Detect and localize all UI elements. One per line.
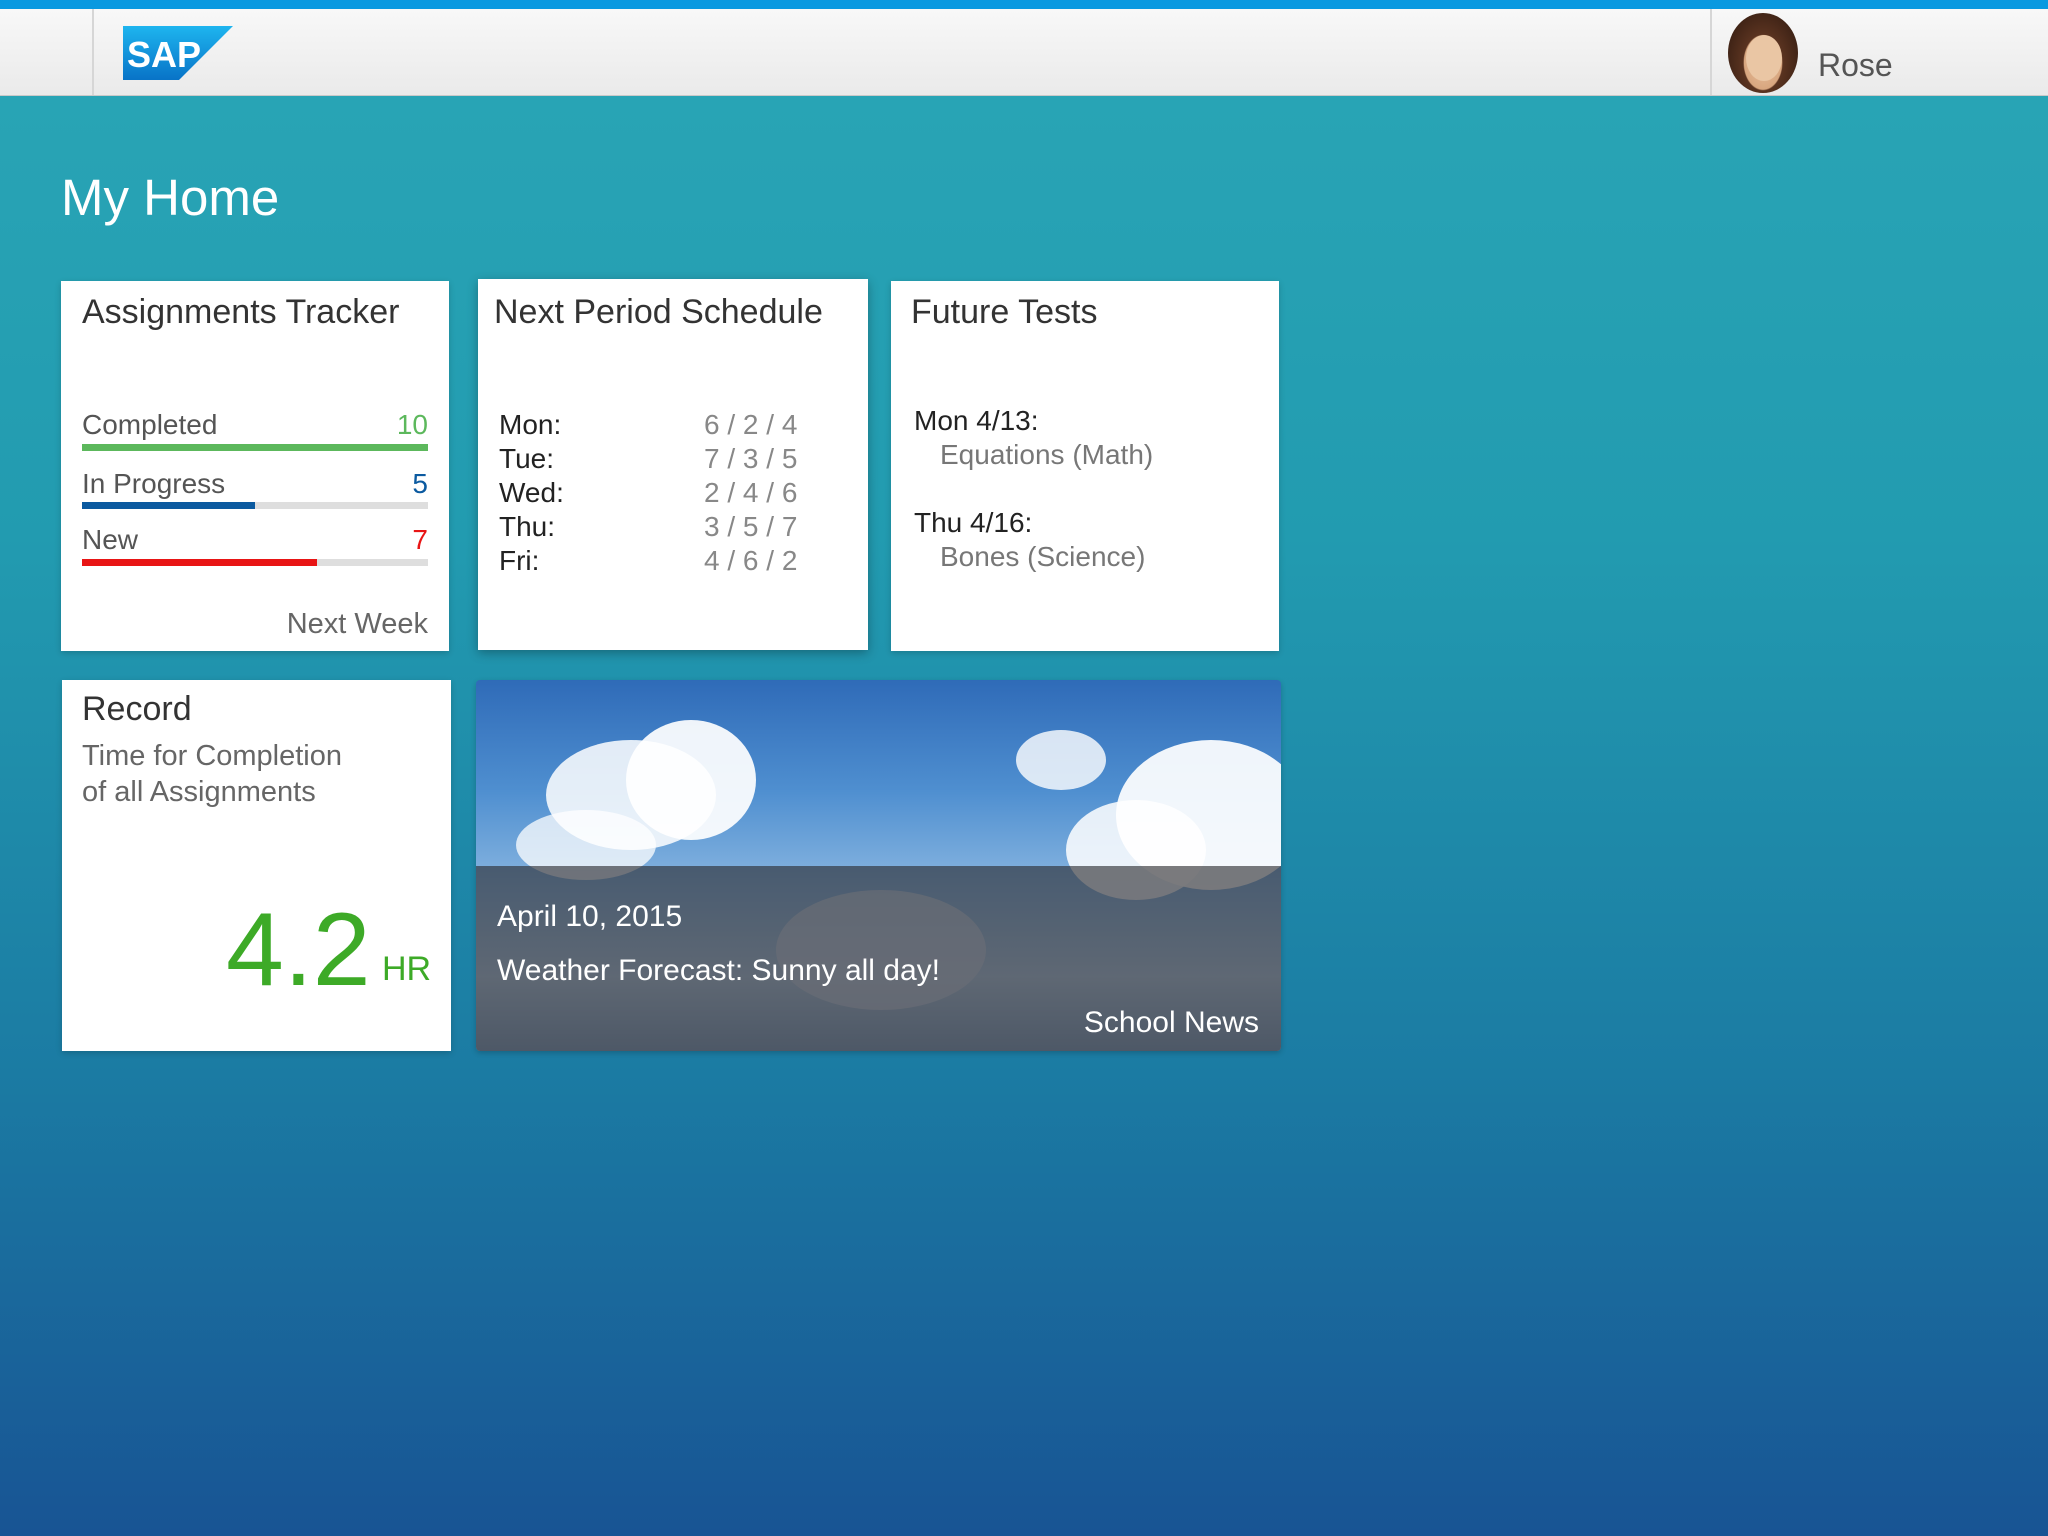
progress-bar-fill bbox=[82, 559, 318, 566]
cloud-shape bbox=[626, 720, 756, 840]
cloud-shape bbox=[1016, 730, 1106, 790]
record-subtitle-line: Time for Completion bbox=[82, 740, 343, 772]
record-unit: HR bbox=[382, 950, 432, 988]
sap-logo[interactable]: SAP bbox=[123, 26, 233, 80]
news-tile-label: School News bbox=[1083, 1006, 1259, 1039]
schedule-day: Mon: bbox=[499, 409, 562, 440]
record-tile[interactable]: Record Time for Completion of all Assign… bbox=[62, 680, 451, 1051]
schedule-periods: 6 / 2 / 4 bbox=[704, 409, 798, 440]
tracker-row-value: 5 bbox=[412, 468, 428, 499]
shell-bar: SAP Rose bbox=[0, 9, 2048, 96]
tile-footer: Next Week bbox=[286, 608, 428, 640]
tracker-row-value: 7 bbox=[412, 524, 428, 555]
news-date: April 10, 2015 bbox=[497, 900, 683, 933]
schedule-day: Tue: bbox=[499, 443, 554, 474]
user-name[interactable]: Rose bbox=[1818, 47, 1893, 84]
tracker-row-label: Completed bbox=[82, 409, 218, 440]
user-avatar[interactable] bbox=[1728, 13, 1798, 93]
tile-title: Future Tests bbox=[911, 293, 1098, 331]
assignments-tracker-tile[interactable]: Assignments Tracker Completed 10 In Prog… bbox=[61, 281, 449, 651]
tracker-row-label: In Progress bbox=[82, 468, 226, 499]
schedule-day: Fri: bbox=[499, 545, 540, 576]
record-subtitle-line: of all Assignments bbox=[82, 776, 316, 808]
record-subtitle: Time for Completion of all Assignments bbox=[82, 738, 342, 810]
news-headline: Weather Forecast: Sunny all day! bbox=[497, 954, 940, 987]
schedule-periods: 2 / 4 / 6 bbox=[704, 477, 798, 508]
progress-bar-fill bbox=[82, 444, 428, 451]
sap-logo-text: SAP bbox=[127, 34, 201, 75]
schedule-periods: 4 / 6 / 2 bbox=[704, 545, 798, 576]
schedule-periods: 3 / 5 / 7 bbox=[704, 511, 798, 542]
test-date: Thu 4/16: bbox=[914, 507, 1033, 538]
tile-title: Assignments Tracker bbox=[82, 293, 400, 331]
shell-separator bbox=[92, 9, 94, 95]
future-tests-tile[interactable]: Future Tests Mon 4/13: Equations (Math) … bbox=[891, 281, 1279, 651]
tile-title: Record bbox=[82, 690, 192, 728]
page-title: My Home bbox=[61, 169, 280, 226]
record-value: 4.2 bbox=[226, 892, 371, 1008]
progress-bar bbox=[82, 444, 428, 451]
avatar-face bbox=[1746, 35, 1782, 81]
test-subject: Bones (Science) bbox=[940, 541, 1146, 572]
progress-bar-fill bbox=[82, 502, 255, 509]
schedule-day: Thu: bbox=[499, 511, 556, 542]
progress-bar bbox=[82, 559, 428, 566]
shell-separator bbox=[1710, 9, 1712, 95]
test-subject: Equations (Math) bbox=[940, 439, 1154, 470]
progress-bar bbox=[82, 502, 428, 509]
schedule-day: Wed: bbox=[499, 477, 564, 508]
schedule-periods: 7 / 3 / 5 bbox=[704, 443, 798, 474]
tile-title: Next Period Schedule bbox=[494, 293, 823, 331]
school-news-tile[interactable]: April 10, 2015 Weather Forecast: Sunny a… bbox=[476, 680, 1281, 1051]
schedule-tile[interactable]: Next Period Schedule Mon: 6 / 2 / 4 Tue:… bbox=[478, 279, 868, 650]
tracker-row-label: New bbox=[82, 524, 139, 555]
top-accent-stripe bbox=[0, 0, 2048, 9]
tracker-row-value: 10 bbox=[396, 409, 428, 440]
test-date: Mon 4/13: bbox=[914, 405, 1039, 436]
